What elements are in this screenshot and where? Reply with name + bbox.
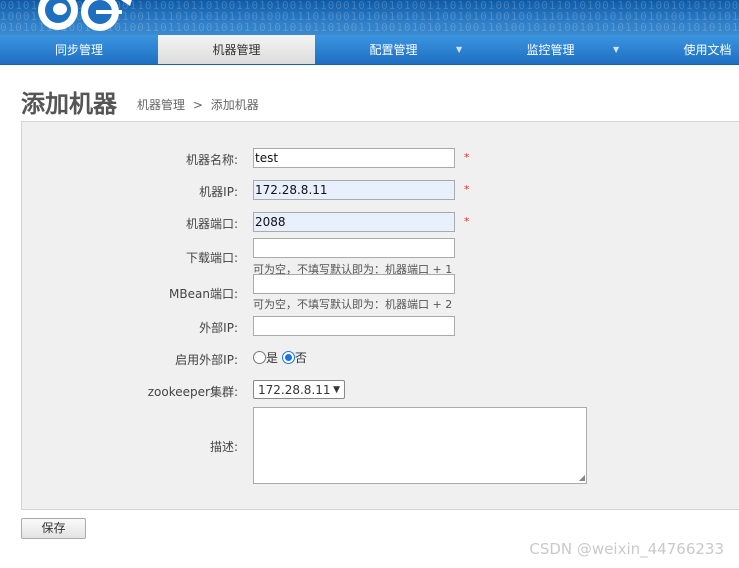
- nav-item-machines[interactable]: 机器管理: [158, 35, 315, 64]
- radio-no[interactable]: [281, 351, 295, 364]
- machine-name-label: 机器名称:: [185, 153, 238, 167]
- zookeeper-selected-value: 172.28.8.11: [258, 383, 331, 397]
- breadcrumb: 机器管理 > 添加机器: [137, 96, 263, 113]
- use-external-ip-label: 启用外部IP:: [175, 353, 238, 367]
- mbean-port-hint: 可为空，不填写默认即为：机器端口 + 2: [253, 298, 453, 311]
- nav-item-config[interactable]: 配置管理: [315, 35, 472, 64]
- radio-yes[interactable]: [253, 351, 266, 364]
- machine-name-input[interactable]: test: [253, 148, 455, 168]
- resize-handle-icon[interactable]: ◢: [579, 474, 585, 482]
- breadcrumb-current: 添加机器: [210, 98, 259, 112]
- mbean-port-input[interactable]: [253, 274, 455, 294]
- download-port-label: 下载端口:: [185, 251, 238, 265]
- machine-port-label: 机器端口:: [185, 217, 238, 231]
- chevron-down-icon: ▼: [333, 385, 340, 395]
- external-ip-label: 外部IP:: [199, 321, 238, 335]
- use-external-ip-radios: 是 否: [253, 349, 307, 366]
- radio-no-label: 否: [294, 351, 307, 365]
- save-button[interactable]: 保存: [21, 518, 86, 539]
- nav-item-sync[interactable]: 同步管理: [0, 35, 158, 64]
- machine-ip-label: 机器IP:: [199, 185, 238, 199]
- required-marker: *: [464, 215, 470, 228]
- machine-ip-input[interactable]: 172.28.8.11: [253, 180, 455, 200]
- main-nav: 同步管理 机器管理 配置管理 ▼ 监控管理 ▼ 使用文档: [0, 35, 739, 65]
- page-title: 添加机器: [21, 90, 117, 118]
- logo-icon: [38, 0, 132, 31]
- description-textarea[interactable]: ◢: [253, 407, 587, 484]
- chevron-down-icon[interactable]: ▼: [456, 35, 462, 64]
- required-marker: *: [464, 183, 470, 196]
- required-marker: *: [464, 151, 470, 164]
- download-port-input[interactable]: [253, 238, 455, 258]
- header-banner: 0010101110010100011010010110100110101001…: [0, 0, 739, 35]
- machine-port-input[interactable]: 2088: [253, 212, 455, 232]
- nav-item-monitor[interactable]: 监控管理: [472, 35, 629, 64]
- nav-item-docs[interactable]: 使用文档: [629, 35, 739, 64]
- mbean-port-label: MBean端口:: [169, 287, 238, 301]
- radio-yes-label: 是: [266, 351, 279, 365]
- add-machine-form: 机器名称: test * 机器IP: 172.28.8.11 * 机器端口: 2…: [21, 121, 739, 510]
- watermark-text: CSDN @weixin_44766233: [529, 540, 724, 558]
- description-label: 描述:: [209, 440, 238, 454]
- chevron-down-icon[interactable]: ▼: [613, 35, 619, 64]
- breadcrumb-separator: >: [192, 98, 203, 112]
- breadcrumb-link-machines[interactable]: 机器管理: [137, 98, 185, 112]
- zookeeper-label: zookeeper集群:: [147, 385, 238, 399]
- zookeeper-select[interactable]: 172.28.8.11 ▼: [253, 380, 345, 399]
- external-ip-input[interactable]: [253, 316, 455, 336]
